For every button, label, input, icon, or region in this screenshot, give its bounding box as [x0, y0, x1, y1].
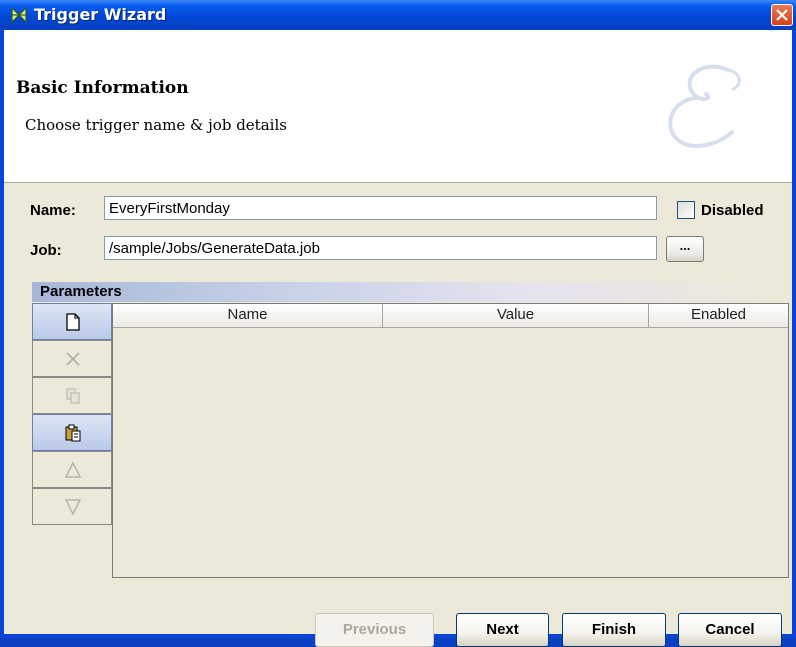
disabled-label: Disabled	[701, 202, 764, 219]
script-e-logo-icon	[668, 64, 741, 148]
next-button[interactable]: Next	[456, 613, 549, 647]
paste-icon	[65, 424, 81, 442]
header-divider	[4, 182, 792, 183]
move-down-icon	[64, 499, 82, 516]
window-title: Trigger Wizard	[34, 5, 167, 24]
new-document-icon	[66, 313, 80, 331]
job-label: Job:	[30, 242, 62, 259]
cancel-button[interactable]: Cancel	[678, 613, 782, 647]
copy-icon	[66, 388, 80, 404]
title-bar[interactable]: Trigger Wizard	[0, 0, 796, 30]
column-header-enabled[interactable]: Enabled	[649, 304, 788, 328]
name-input[interactable]: EveryFirstMonday	[104, 196, 657, 220]
close-button[interactable]	[771, 4, 793, 26]
trigger-icon	[11, 6, 27, 24]
parameters-header: Parameters	[32, 282, 790, 302]
paste-parameter-button[interactable]	[32, 414, 112, 451]
delete-parameter-button[interactable]	[32, 340, 112, 377]
parameters-table[interactable]: Name Value Enabled	[112, 303, 789, 578]
column-header-name[interactable]: Name	[113, 304, 383, 328]
close-icon	[776, 9, 788, 21]
previous-button[interactable]: Previous	[315, 613, 434, 647]
delete-icon	[66, 352, 80, 366]
new-parameter-button[interactable]	[32, 303, 112, 340]
disabled-checkbox[interactable]	[677, 201, 695, 219]
trigger-wizard-window: Trigger Wizard Basic Information Choose …	[0, 0, 796, 647]
parameters-title: Parameters	[40, 283, 122, 300]
wizard-content: Basic Information Choose trigger name & …	[4, 30, 792, 647]
move-down-button[interactable]	[32, 488, 112, 525]
finish-button[interactable]: Finish	[562, 613, 666, 647]
name-label: Name:	[30, 202, 76, 219]
step-subtitle: Choose trigger name & job details	[25, 116, 287, 134]
move-up-button[interactable]	[32, 451, 112, 488]
column-header-value[interactable]: Value	[383, 304, 649, 328]
browse-button[interactable]: ...	[666, 236, 704, 262]
copy-parameter-button[interactable]	[32, 377, 112, 414]
wizard-header: Basic Information Choose trigger name & …	[4, 30, 792, 182]
move-up-icon	[64, 461, 82, 478]
step-title: Basic Information	[16, 78, 189, 98]
job-input[interactable]: /sample/Jobs/GenerateData.job	[104, 236, 657, 260]
